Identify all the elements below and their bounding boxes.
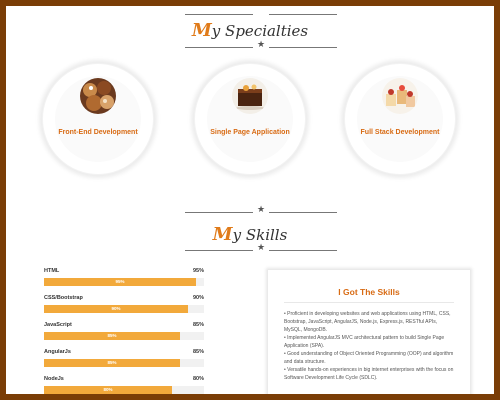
list-item: • Good understanding of Object Oriented … bbox=[284, 351, 454, 365]
got-skills-title: I Got The Skills bbox=[338, 287, 400, 297]
skill-progress-fill: 90% bbox=[44, 305, 188, 313]
star-icon: ★ bbox=[256, 205, 266, 215]
skill-percent: 90% bbox=[192, 295, 204, 301]
skill-percent: 80% bbox=[192, 376, 204, 382]
got-skills-list: • Proficient in developing websites and … bbox=[284, 310, 456, 382]
skill-bar-label: 95% bbox=[115, 279, 125, 284]
skills-heading-text: y Skills bbox=[232, 226, 288, 244]
skill-angularjs: AngularJs 85% 85% bbox=[44, 349, 204, 376]
skill-name: AngularJs bbox=[44, 349, 71, 355]
skill-bar-label: 85% bbox=[107, 333, 117, 338]
skill-javascript: JavaScript 85% 85% bbox=[44, 322, 204, 349]
specialty-spa: Single Page Application bbox=[194, 63, 306, 175]
skill-name: CSS/Bootstrap bbox=[44, 295, 83, 301]
skill-progress-fill: 95% bbox=[44, 278, 196, 286]
cupcakes-photo bbox=[80, 78, 116, 114]
top-divider bbox=[185, 10, 337, 20]
skill-name: JavaScript bbox=[44, 322, 72, 328]
skills-top-divider: ★ bbox=[185, 205, 337, 218]
skill-progress-fill: 80% bbox=[44, 386, 172, 394]
skill-css-bootstrap: CSS/Bootstrap 90% 90% bbox=[44, 295, 204, 322]
star-icon: ★ bbox=[256, 40, 266, 50]
skill-html: HTML 95% 95% bbox=[44, 268, 204, 295]
skill-progress-track: 95% bbox=[44, 278, 204, 286]
skills-divider: ★ bbox=[185, 243, 337, 256]
list-item: • Implemented AngularJS MVC architectura… bbox=[284, 335, 445, 349]
skill-progress-track: 85% bbox=[44, 332, 204, 340]
specialty-front-end: Front-End Development bbox=[42, 63, 154, 175]
skill-nodejs: NodeJs 80% 80% bbox=[44, 376, 204, 394]
specialty-label: Full Stack Development bbox=[360, 129, 440, 136]
specialty-label: Front-End Development bbox=[58, 129, 138, 136]
skills-heading-initial: M bbox=[212, 224, 233, 245]
specialties-divider: ★ bbox=[185, 40, 337, 53]
skill-progress-track: 85% bbox=[44, 359, 204, 367]
skill-name: NodeJs bbox=[44, 376, 64, 382]
specialties-heading: My Specialties bbox=[6, 20, 494, 41]
card-divider bbox=[284, 302, 454, 303]
skill-progress-track: 80% bbox=[44, 386, 204, 394]
skill-bar-label: 90% bbox=[111, 306, 121, 311]
skill-progress-track: 90% bbox=[44, 305, 204, 313]
list-item: • Proficient in developing websites and … bbox=[284, 311, 451, 333]
brownie-cake-photo bbox=[232, 78, 268, 114]
skill-bar-label: 85% bbox=[107, 360, 117, 365]
page-frame: My Specialties ★ Front-End Development S… bbox=[6, 6, 494, 394]
skills-list: HTML 95% 95% CSS/Bootstrap 90% 90% JavaS… bbox=[44, 268, 204, 394]
specialties-heading-initial: M bbox=[191, 20, 212, 41]
dessert-cups-photo bbox=[382, 78, 418, 114]
skills-heading: My Skills bbox=[6, 224, 494, 245]
skill-bar-label: 80% bbox=[103, 387, 113, 392]
skill-percent: 85% bbox=[192, 322, 204, 328]
skill-progress-fill: 85% bbox=[44, 359, 180, 367]
skill-progress-fill: 85% bbox=[44, 332, 180, 340]
specialty-label: Single Page Application bbox=[210, 129, 290, 136]
star-icon: ★ bbox=[256, 243, 266, 253]
got-skills-card: I Got The Skills • Proficient in develop… bbox=[268, 270, 470, 394]
skill-percent: 85% bbox=[192, 349, 204, 355]
specialty-full-stack: Full Stack Development bbox=[344, 63, 456, 175]
skill-percent: 95% bbox=[192, 268, 204, 274]
list-item: • Versatile hands-on experiences in big … bbox=[284, 367, 454, 381]
specialties-heading-text: y Specialties bbox=[211, 22, 309, 40]
skill-name: HTML bbox=[44, 268, 60, 274]
